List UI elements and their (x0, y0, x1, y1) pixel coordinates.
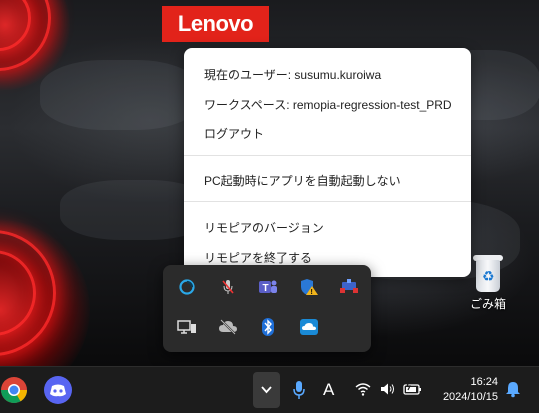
menu-item-workspace: ワークスペース: remopia-regression-test_PRD (204, 98, 452, 112)
lenovo-logo: Lenovo (162, 6, 269, 42)
battery-icon[interactable] (403, 381, 423, 401)
taskbar: A 16:24 2024/10/15 (0, 366, 539, 413)
svg-text:!: ! (311, 289, 313, 296)
chevron-down-icon (261, 386, 272, 394)
teams-icon[interactable]: T (258, 277, 278, 297)
chrome-icon[interactable] (0, 376, 28, 404)
clock-time: 16:24 (470, 376, 498, 388)
menu-item-exit[interactable]: リモピアを終了する (204, 249, 312, 266)
security-warning-icon[interactable]: ! (299, 277, 319, 297)
tray-app-context-menu: 現在のユーザー: susumu.kuroiwa ワークスペース: remopia… (184, 48, 471, 277)
menu-separator (184, 201, 471, 202)
notification-bell-icon[interactable] (505, 380, 521, 403)
menu-separator (184, 155, 471, 156)
svg-text:T: T (263, 283, 269, 294)
desktop-icon-label: ごみ箱 (469, 297, 506, 311)
menu-item-version[interactable]: リモピアのバージョン (204, 219, 324, 236)
network-share-icon[interactable] (339, 277, 359, 297)
bluetooth-icon[interactable] (258, 317, 278, 337)
recycle-bin-icon: ♻ (473, 254, 503, 292)
menu-item-current-user: 現在のユーザー: susumu.kuroiwa (204, 68, 382, 82)
remopia-app-icon[interactable] (177, 277, 197, 297)
onedrive-sync-icon[interactable] (299, 317, 319, 337)
microphone-icon[interactable] (292, 380, 306, 405)
desktop-device-icon[interactable] (177, 317, 197, 337)
taskbar-clock[interactable]: 16:24 2024/10/15 (432, 375, 498, 405)
discord-icon[interactable] (44, 376, 72, 404)
microphone-muted-icon[interactable] (218, 277, 238, 297)
clock-date: 2024/10/15 (442, 391, 498, 403)
cloud-off-icon[interactable] (218, 317, 238, 337)
tray-overflow-flyout: T ! (163, 265, 371, 352)
ime-indicator[interactable]: A (323, 380, 334, 400)
volume-icon[interactable] (380, 382, 396, 401)
menu-item-disable-autostart[interactable]: PC起動時にアプリを自動起動しない (204, 172, 401, 189)
tray-overflow-button[interactable] (253, 372, 280, 408)
menu-item-logout[interactable]: ログアウト (204, 125, 264, 142)
wifi-icon[interactable] (355, 382, 371, 401)
